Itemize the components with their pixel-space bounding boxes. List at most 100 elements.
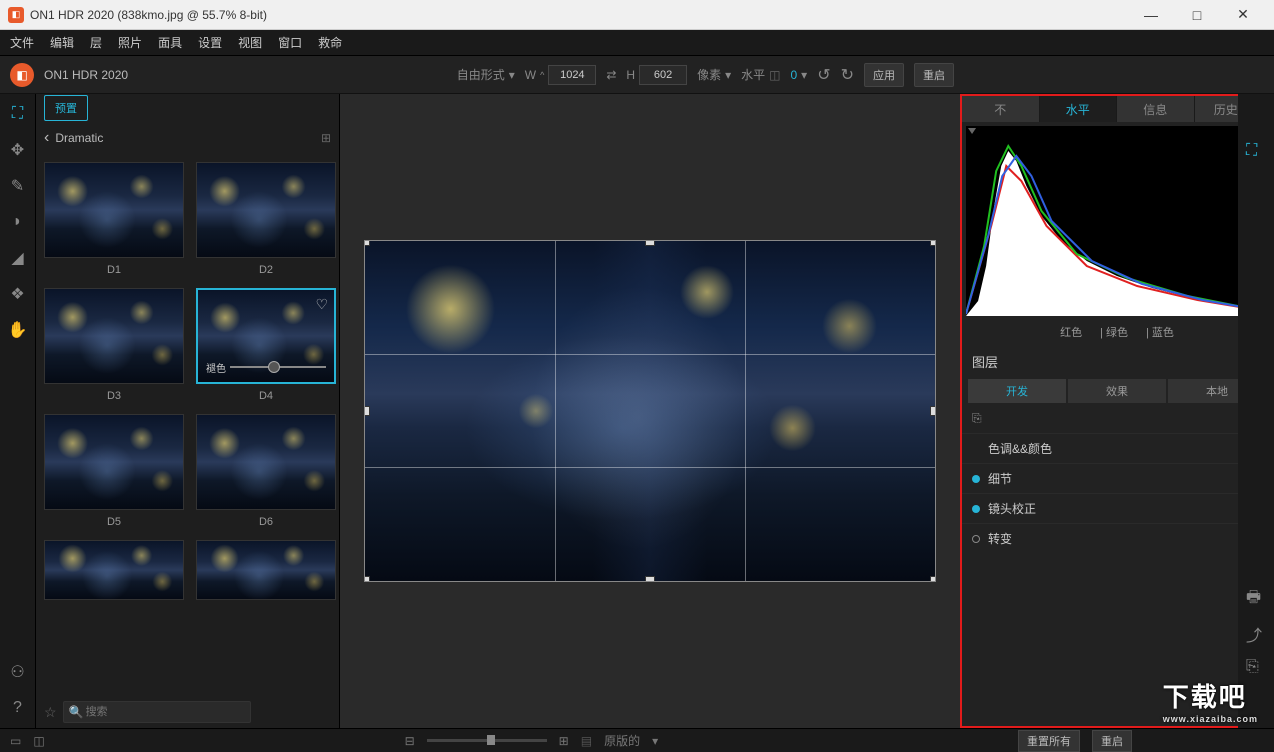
hand-tool-icon[interactable]: ✋ xyxy=(8,320,28,340)
grid-view-icon[interactable]: ⊞ xyxy=(321,131,331,145)
adj-detail[interactable]: 细节↺ xyxy=(962,463,1272,493)
export-icon[interactable]: ⎘ xyxy=(1246,658,1266,678)
search-input[interactable] xyxy=(63,701,251,723)
histo-blue-label[interactable]: | 蓝色 xyxy=(1146,324,1174,340)
help-icon[interactable]: ? xyxy=(8,698,28,718)
mask-tool-icon[interactable]: ◗ xyxy=(8,212,28,232)
preset-thumb-d6[interactable]: D6 xyxy=(196,414,336,534)
histo-green-label[interactable]: | 绿色 xyxy=(1100,324,1128,340)
export-icon[interactable]: ⎘ xyxy=(972,411,982,426)
level-label: 水平◫ xyxy=(741,66,780,83)
crop-handle-tl[interactable] xyxy=(364,240,370,246)
subtab-effects[interactable]: 效果 xyxy=(1068,379,1166,403)
compare-view-icon[interactable]: ◫ xyxy=(33,734,44,748)
menu-help[interactable]: 救命 xyxy=(318,34,342,51)
user-icon[interactable]: ⚇ xyxy=(8,662,28,682)
preset-thumb-d8[interactable] xyxy=(196,540,336,600)
favorites-filter-icon[interactable]: ☆ xyxy=(44,704,57,721)
app-icon: ◧ xyxy=(8,7,24,23)
crop-handle-ml[interactable] xyxy=(364,406,370,416)
menu-file[interactable]: 文件 xyxy=(10,34,34,51)
menu-window[interactable]: 窗口 xyxy=(278,34,302,51)
right-tool-strip: ⛶ 🖶 ⤴ ⎘ xyxy=(1238,94,1274,728)
zoom-out-icon[interactable]: ⊟ xyxy=(405,734,415,748)
angle-value[interactable]: 0 xyxy=(790,68,797,82)
maximize-button[interactable]: □ xyxy=(1174,0,1220,30)
print-icon[interactable]: 🖶 xyxy=(1246,586,1266,606)
menu-view[interactable]: 视图 xyxy=(238,34,262,51)
preset-thumb-d1[interactable]: D1 xyxy=(44,162,184,282)
move-tool-icon[interactable]: ✥ xyxy=(8,140,28,160)
unit-dropdown[interactable]: 像素▾ xyxy=(697,66,731,83)
breadcrumb-back[interactable]: ‹ xyxy=(44,129,49,147)
canvas-area[interactable] xyxy=(340,94,960,728)
preset-thumb-d5[interactable]: D5 xyxy=(44,414,184,534)
right-panel: 不 水平 信息 历史↺ 红色 | 绿色 | 蓝色 图层 xyxy=(960,94,1274,728)
apply-button[interactable]: 应用 xyxy=(864,63,904,87)
share-icon[interactable]: ⤴ xyxy=(1246,622,1266,642)
crop-handle-bl[interactable] xyxy=(364,576,370,582)
crop-grid xyxy=(365,241,935,581)
retouch-tool-icon[interactable]: ❖ xyxy=(8,284,28,304)
title-bar: ◧ ON1 HDR 2020 (838kmo.jpg @ 55.7% 8-bit… xyxy=(0,0,1274,30)
fade-slider[interactable]: 褪色 xyxy=(206,360,326,374)
crop-handle-bm[interactable] xyxy=(645,576,655,582)
restart-button[interactable]: 重启 xyxy=(1092,730,1132,752)
top-toolbar: ◧ ON1 HDR 2020 自由形式▾ W^ ⇄ H 像素▾ 水平◫ 0▾ ↺… xyxy=(0,56,1274,94)
search-icon: 🔍 xyxy=(69,705,84,719)
presets-tab[interactable]: 预置 xyxy=(44,95,88,121)
crop-handle-tr[interactable] xyxy=(930,240,936,246)
layers-title: 图层 xyxy=(962,344,1272,379)
preset-thumb-d3[interactable]: D3 xyxy=(44,288,184,408)
chevron-down-icon[interactable]: ▾ xyxy=(652,734,658,748)
zoom-in-icon[interactable]: ⊞ xyxy=(559,734,569,748)
reset-all-button[interactable]: 重置所有 xyxy=(1018,730,1080,752)
left-tool-strip: ⛶ ✥ ✎ ◗ ◢ ❖ ✋ ⚇ ? xyxy=(0,94,36,728)
softproof-icon[interactable]: ▤ xyxy=(581,734,592,748)
zoom-slider[interactable] xyxy=(427,739,547,742)
width-input[interactable] xyxy=(548,65,596,85)
reset-button[interactable]: 重启 xyxy=(914,63,954,87)
menu-mask[interactable]: 面具 xyxy=(158,34,182,51)
menu-layer[interactable]: 层 xyxy=(90,34,102,51)
brush-tool-icon[interactable]: ✎ xyxy=(8,176,28,196)
menu-photo[interactable]: 照片 xyxy=(118,34,142,51)
rotate-cw-icon[interactable]: ↻ xyxy=(841,65,854,85)
original-label[interactable]: 原版的 xyxy=(604,732,640,749)
menu-edit[interactable]: 编辑 xyxy=(50,34,74,51)
height-input[interactable] xyxy=(639,65,687,85)
crop-handle-tm[interactable] xyxy=(645,240,655,246)
adjust-panel-icon[interactable]: ⛶ xyxy=(1246,142,1266,162)
favorite-icon[interactable]: ♡ xyxy=(315,296,328,313)
preset-browser: 预置 ‹ Dramatic ⊞ D1 D2 D3 ♡ 褪色 D4 xyxy=(36,94,340,728)
swap-wh-button[interactable]: ⇄ xyxy=(606,68,616,82)
canvas-image[interactable] xyxy=(364,240,936,582)
breadcrumb[interactable]: Dramatic xyxy=(55,131,103,145)
adj-tone-color[interactable]: 色调&&颜色↺ xyxy=(962,433,1272,463)
close-button[interactable]: ✕ xyxy=(1220,0,1266,30)
preset-thumb-d2[interactable]: D2 xyxy=(196,162,336,282)
preset-thumb-d7[interactable] xyxy=(44,540,184,600)
subtab-develop[interactable]: 开发 xyxy=(968,379,1066,403)
preset-thumb-d4[interactable]: ♡ 褪色 D4 xyxy=(196,288,336,408)
histo-red-label[interactable]: 红色 xyxy=(1060,324,1082,340)
app-logo-icon: ◧ xyxy=(10,63,34,87)
menu-bar: 文件 编辑 层 照片 面具 设置 视图 窗口 救命 xyxy=(0,30,1274,56)
gradient-tool-icon[interactable]: ◢ xyxy=(8,248,28,268)
crop-handle-mr[interactable] xyxy=(930,406,936,416)
thumbnails-grid: D1 D2 D3 ♡ 褪色 D4 D5 D6 xyxy=(36,154,339,696)
adj-lens[interactable]: 镜头校正↺ xyxy=(962,493,1272,523)
rotate-ccw-icon[interactable]: ↺ xyxy=(817,65,830,85)
menu-settings[interactable]: 设置 xyxy=(198,34,222,51)
adj-transform[interactable]: 转变↺ xyxy=(962,523,1272,553)
window-title: ON1 HDR 2020 (838kmo.jpg @ 55.7% 8-bit) xyxy=(30,8,1128,22)
minimize-button[interactable]: — xyxy=(1128,0,1174,30)
crop-tool-icon[interactable]: ⛶ xyxy=(8,104,28,124)
single-view-icon[interactable]: ▭ xyxy=(10,734,21,748)
crop-handle-br[interactable] xyxy=(930,576,936,582)
rtab-info[interactable]: 信息 xyxy=(1117,96,1195,122)
rtab-nav[interactable]: 不 xyxy=(962,96,1040,122)
rtab-levels[interactable]: 水平 xyxy=(1040,96,1118,122)
width-label: W xyxy=(525,68,536,82)
crop-mode-dropdown[interactable]: 自由形式▾ xyxy=(457,66,515,83)
